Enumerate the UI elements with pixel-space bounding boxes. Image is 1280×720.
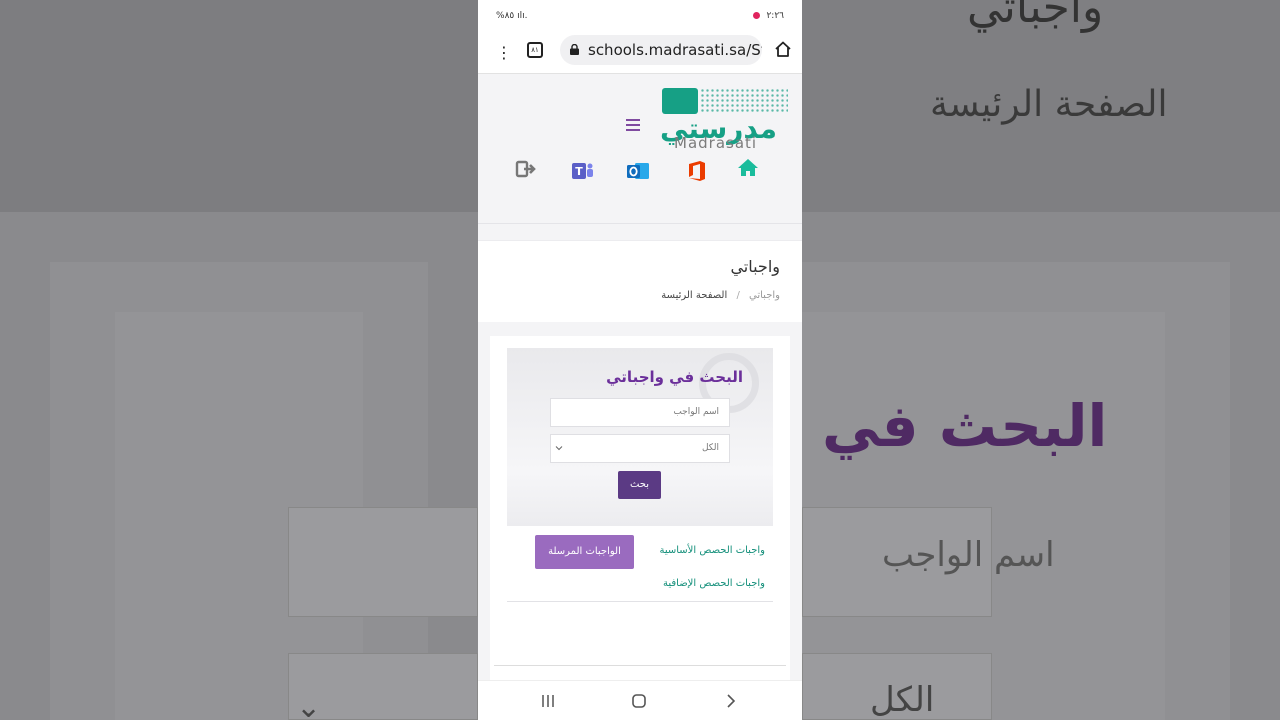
logo-dots bbox=[700, 88, 788, 114]
hamburger-menu-icon[interactable] bbox=[626, 119, 640, 134]
breadcrumb: واجباتي / الصفحة الرئيسة bbox=[661, 290, 780, 301]
page-title: واجباتي bbox=[730, 257, 780, 276]
android-nav-bar bbox=[478, 680, 802, 720]
tab-switcher-button[interactable]: ٨١ bbox=[527, 42, 543, 58]
site-header: مدرستي Madrasati T bbox=[478, 74, 802, 224]
tab-sent-assignments[interactable]: الواجبات المرسلة bbox=[535, 535, 634, 569]
page-title-box: واجباتي واجباتي / الصفحة الرئيسة bbox=[478, 240, 802, 322]
header-icon-row: T bbox=[478, 159, 802, 189]
phone-screen: %٨٥ ılı. ٢:٢٦ ⋮ ٨١ schools.madrasati.sa/… bbox=[478, 0, 802, 720]
search-button[interactable]: بحث bbox=[618, 471, 661, 499]
filter-select-value: الكل bbox=[701, 443, 719, 453]
background-title: واجباتي bbox=[967, 0, 1104, 33]
breadcrumb-separator: / bbox=[736, 290, 740, 301]
logout-icon[interactable] bbox=[514, 157, 538, 181]
content-divider bbox=[494, 665, 786, 666]
back-nav-icon[interactable] bbox=[722, 693, 738, 709]
background-chevron: ⌄ bbox=[296, 690, 322, 720]
home-nav-icon[interactable] bbox=[631, 693, 647, 709]
outlook-icon[interactable] bbox=[626, 159, 650, 183]
background-left: ⌄ bbox=[0, 0, 478, 720]
svg-text:T: T bbox=[575, 165, 583, 178]
address-field[interactable]: schools.madrasati.sa/St bbox=[560, 35, 762, 65]
breadcrumb-home-link[interactable]: الصفحة الرئيسة bbox=[661, 290, 727, 301]
office-icon[interactable] bbox=[685, 159, 709, 183]
status-right: ٢:٢٦ bbox=[752, 11, 784, 21]
assignment-name-input[interactable]: اسم الواجب bbox=[550, 398, 730, 427]
status-bar: %٨٥ ılı. ٢:٢٦ bbox=[478, 0, 802, 32]
teams-icon[interactable]: T bbox=[570, 159, 594, 183]
background-input-text: اسم الواجب bbox=[882, 535, 1055, 575]
logo-bubble bbox=[662, 88, 698, 114]
status-left: %٨٥ ılı. bbox=[496, 11, 528, 21]
browser-url-bar: ⋮ ٨١ schools.madrasati.sa/St bbox=[478, 32, 802, 74]
main-content: البحث في واجباتي اسم الواجب الكل بحث واج… bbox=[490, 336, 790, 686]
home-icon[interactable] bbox=[736, 156, 760, 180]
status-time: ٢:٢٦ bbox=[766, 11, 784, 21]
recent-apps-icon[interactable] bbox=[540, 693, 556, 709]
logo-english-text: Madrasati bbox=[674, 134, 758, 152]
tab-extra-assignments[interactable]: واجبات الحصص الإضافية bbox=[663, 578, 765, 589]
background-right: واجباتي الصفحة الرئيسة البحث في اسم الوا… bbox=[802, 0, 1280, 720]
filter-select[interactable]: الكل bbox=[550, 434, 730, 463]
tab-basic-assignments[interactable]: واجبات الحصص الأساسية bbox=[660, 545, 766, 556]
search-title: البحث في واجباتي bbox=[606, 368, 743, 386]
background-select-text: الكل bbox=[870, 680, 935, 720]
browser-home-icon[interactable] bbox=[774, 40, 792, 58]
recording-icon bbox=[752, 12, 760, 19]
search-card: البحث في واجباتي اسم الواجب الكل بحث bbox=[507, 348, 773, 526]
background-input bbox=[288, 507, 478, 617]
lock-icon bbox=[570, 44, 579, 55]
madrasati-logo[interactable]: مدرستي Madrasati bbox=[660, 86, 790, 156]
breadcrumb-current: واجباتي bbox=[749, 290, 780, 301]
background-breadcrumb: الصفحة الرئيسة bbox=[930, 84, 1168, 125]
tabs-divider bbox=[507, 601, 773, 602]
background-search-title: البحث في bbox=[822, 392, 1108, 460]
chevron-down-icon bbox=[555, 446, 563, 451]
url-text: schools.madrasati.sa/St bbox=[588, 41, 762, 59]
browser-menu-icon[interactable]: ⋮ bbox=[496, 44, 512, 62]
